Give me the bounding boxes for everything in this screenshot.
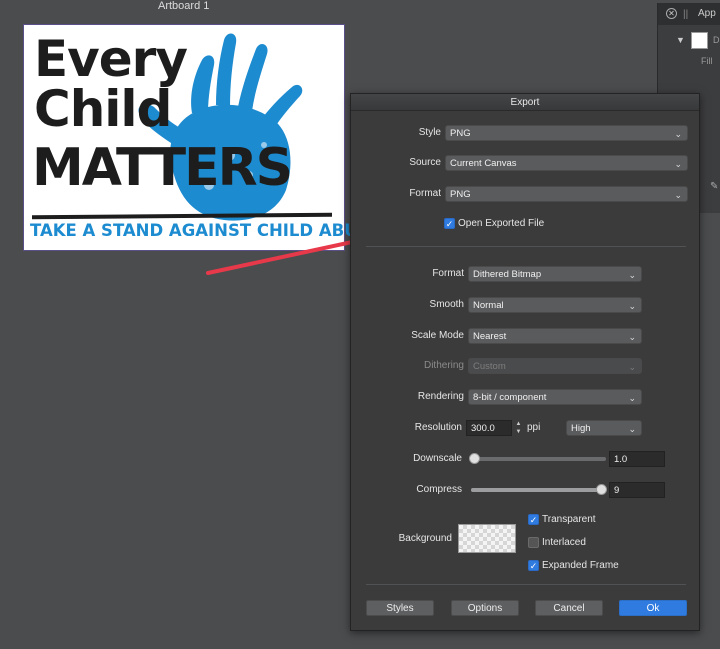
open-exported-file-label: Open Exported File	[458, 218, 545, 229]
source-select[interactable]: Current Canvas ⌄	[445, 155, 688, 171]
background-label: Background	[398, 533, 452, 544]
compress-input[interactable]: 9	[609, 482, 665, 498]
fill-label: Fill	[701, 56, 713, 66]
chevron-down-icon: ⌄	[674, 159, 682, 169]
resolution-input[interactable]: 300.0	[466, 420, 512, 436]
fill-swatch[interactable]	[691, 32, 708, 49]
resolution-stepper[interactable]: ▲ ▼	[514, 420, 523, 436]
format-value: PNG	[450, 189, 471, 200]
pencil-icon[interactable]: ✎	[710, 181, 718, 192]
chevron-down-icon: ⌄	[628, 332, 636, 342]
logo-tagline: TAKE A STAND AGAINST CHILD ABUSE	[30, 221, 381, 240]
compress-slider-handle[interactable]	[596, 484, 607, 495]
dithering-select: Custom ⌄	[468, 358, 642, 374]
chevron-down-icon: ⌄	[674, 190, 682, 200]
chevron-down-icon: ⌄	[628, 393, 636, 403]
background-color-swatch[interactable]	[458, 524, 516, 553]
chevron-down-icon: ⌄	[628, 301, 636, 311]
dialog-title: Export	[351, 94, 699, 111]
png-format-label: Format	[432, 268, 464, 279]
export-dialog: Export Style PNG ⌄ Source Current Canvas…	[350, 93, 700, 631]
source-value: Current Canvas	[450, 158, 517, 169]
compress-label: Compress	[416, 484, 462, 495]
style-value: PNG	[450, 128, 471, 139]
chevron-down-icon: ⌄	[628, 424, 636, 434]
png-format-select[interactable]: Dithered Bitmap ⌄	[468, 266, 642, 282]
logo-line-matters: MATTERS	[32, 138, 293, 198]
format-label: Format	[409, 188, 441, 199]
transparent-checkbox[interactable]: ✓	[528, 514, 539, 525]
rendering-value: 8-bit / component	[473, 392, 547, 403]
chevron-down-icon: ⌄	[674, 129, 682, 139]
ok-button[interactable]: Ok	[619, 600, 687, 616]
panel-tabbar: ✕ || App	[658, 3, 720, 25]
expanded-frame-checkbox[interactable]: ✓	[528, 560, 539, 571]
divider	[366, 584, 686, 585]
png-format-value: Dithered Bitmap	[473, 269, 542, 280]
format-select[interactable]: PNG ⌄	[445, 186, 688, 202]
panel-row-label: D	[713, 35, 720, 45]
style-select[interactable]: PNG ⌄	[445, 125, 688, 141]
rendering-select[interactable]: 8-bit / component ⌄	[468, 389, 642, 405]
scale-mode-select[interactable]: Nearest ⌄	[468, 328, 642, 344]
resolution-unit: ppi	[527, 422, 541, 433]
smooth-label: Smooth	[429, 299, 464, 310]
options-button[interactable]: Options	[451, 600, 519, 616]
style-label: Style	[418, 127, 441, 138]
panel-divider-icon: ||	[683, 9, 689, 20]
logo-line-every: Every	[34, 30, 188, 88]
source-label: Source	[409, 157, 441, 168]
logo-line-child: Child	[34, 80, 172, 138]
styles-button[interactable]: Styles	[366, 600, 434, 616]
artboard-title: Artboard 1	[158, 0, 210, 12]
resolution-quality-value: High	[571, 423, 591, 434]
smooth-value: Normal	[473, 300, 504, 311]
open-exported-file-checkbox[interactable]: ✓	[444, 218, 455, 229]
resolution-label: Resolution	[414, 422, 462, 433]
compress-slider[interactable]	[471, 488, 606, 492]
dithering-label: Dithering	[423, 360, 464, 371]
expanded-frame-label: Expanded Frame	[542, 560, 619, 571]
transparent-label: Transparent	[542, 514, 596, 525]
dithering-value: Custom	[473, 361, 506, 372]
resolution-quality-select[interactable]: High ⌄	[566, 420, 642, 436]
downscale-slider-handle[interactable]	[469, 453, 480, 464]
rendering-label: Rendering	[417, 391, 464, 402]
scale-mode-label: Scale Mode	[411, 330, 464, 341]
downscale-label: Downscale	[413, 453, 462, 464]
chevron-down-icon: ⌄	[628, 362, 636, 372]
scale-mode-value: Nearest	[473, 331, 507, 342]
cancel-button[interactable]: Cancel	[535, 600, 603, 616]
disclosure-triangle-icon[interactable]: ▼	[676, 35, 685, 45]
smooth-select[interactable]: Normal ⌄	[468, 297, 642, 313]
chevron-down-icon: ⌄	[628, 270, 636, 280]
artboard[interactable]: Every Child MATTERS TAKE A STAND AGAINST…	[23, 24, 381, 251]
downscale-input[interactable]: 1.0	[609, 451, 665, 467]
divider	[366, 246, 686, 247]
compress-slider-fill	[471, 488, 601, 492]
interlaced-label: Interlaced	[542, 537, 586, 548]
interlaced-checkbox[interactable]	[528, 537, 539, 548]
tab-appearance[interactable]: App	[698, 8, 716, 19]
close-icon[interactable]: ✕	[666, 8, 677, 19]
downscale-slider[interactable]	[471, 457, 606, 461]
